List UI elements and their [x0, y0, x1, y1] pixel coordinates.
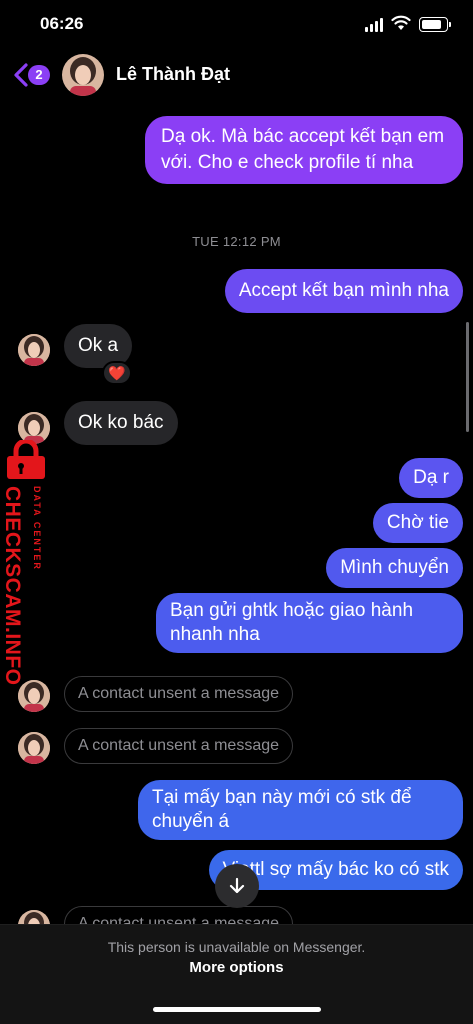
heart-reaction-icon[interactable]: ❤️ [102, 361, 132, 385]
scroll-indicator[interactable] [466, 322, 469, 432]
contact-avatar-small[interactable] [18, 334, 50, 366]
sent-message[interactable]: Dạ ok. Mà bác accept kết bạn em với. Cho… [145, 116, 463, 184]
watermark: CHECKSCAM.INFO DATA CENTER [0, 440, 52, 686]
battery-level-fill [422, 20, 441, 29]
more-options-link[interactable]: More options [0, 959, 473, 976]
watermark-main-text: CHECKSCAM.INFO [1, 486, 24, 686]
avatar-photo-icon [18, 732, 50, 764]
status-time: 06:26 [40, 14, 84, 33]
sent-message[interactable]: Bạn gửi ghtk hoặc giao hành nhanh nha [156, 593, 463, 653]
contact-avatar[interactable] [62, 54, 104, 96]
contact-avatar-small[interactable] [18, 732, 50, 764]
wifi-icon [391, 15, 411, 30]
messenger-conversation: 06:26 2 Lê Thành Đạt Dạ ok. Mà bác accep… [0, 0, 473, 1024]
arrow-down-icon [229, 877, 245, 894]
sent-message[interactable]: Mình chuyển [326, 548, 463, 588]
avatar-photo-icon [62, 54, 104, 96]
battery-icon [419, 17, 451, 32]
sent-message[interactable]: Chờ tie [372, 503, 463, 543]
contact-name[interactable]: Lê Thành Đạt [116, 64, 230, 85]
unsent-message-notice: A contact unsent a message [64, 728, 294, 764]
unread-count-badge[interactable]: 2 [28, 65, 50, 85]
sent-message[interactable]: Accept kết bạn mình nha [224, 269, 463, 313]
unsent-message-notice: A contact unsent a message [64, 676, 294, 712]
received-message[interactable]: Ok ko bác [64, 401, 178, 445]
message-timestamp: TUE 12:12 PM [192, 234, 281, 249]
sent-message[interactable]: Dạ r [399, 458, 463, 498]
cellular-signal-icon [365, 18, 385, 32]
sent-message[interactable]: Tại mấy bạn này mới có stk để chuyển á [138, 780, 463, 840]
home-indicator[interactable] [153, 1007, 321, 1012]
avatar-photo-icon [18, 334, 50, 366]
unavailable-notice: This person is unavailable on Messenger. [107, 939, 366, 955]
watermark-sub-text: DATA CENTER [32, 486, 42, 571]
scroll-to-bottom-button[interactable] [215, 864, 259, 908]
padlock-icon [7, 440, 45, 479]
